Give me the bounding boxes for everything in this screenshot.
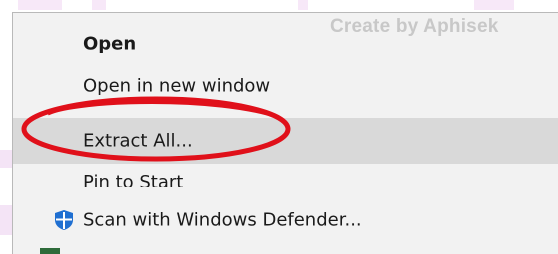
menu-item-label: Open xyxy=(83,33,137,55)
background-shape xyxy=(298,0,308,10)
screenshot-stage: Open Open in new window Extract All... P… xyxy=(0,0,558,254)
menu-item-scan-with-windows-defender[interactable]: Scan with Windows Defender... xyxy=(13,197,558,243)
windows-defender-shield-icon xyxy=(53,209,75,231)
menu-item-label: Open in new window xyxy=(83,75,271,97)
background-shape xyxy=(474,0,514,10)
background-shape xyxy=(18,0,62,10)
context-menu: Open Open in new window Extract All... P… xyxy=(12,12,558,254)
watermark-text: Create by Aphisek xyxy=(330,16,499,37)
menu-item-extract-all[interactable]: Extract All... xyxy=(13,118,558,164)
menu-item-label: Pin to Start xyxy=(83,172,184,193)
background-shape xyxy=(92,0,106,10)
menu-item-label: Scan with Windows Defender... xyxy=(83,209,362,231)
menu-item-pin-to-start[interactable]: Pin to Start xyxy=(13,168,558,190)
menu-item-open-in-new-window[interactable]: Open in new window xyxy=(13,63,558,109)
menu-item-label: Extract All... xyxy=(83,130,193,152)
next-menu-icon-peek xyxy=(40,248,60,254)
background-left-strip xyxy=(0,0,12,254)
